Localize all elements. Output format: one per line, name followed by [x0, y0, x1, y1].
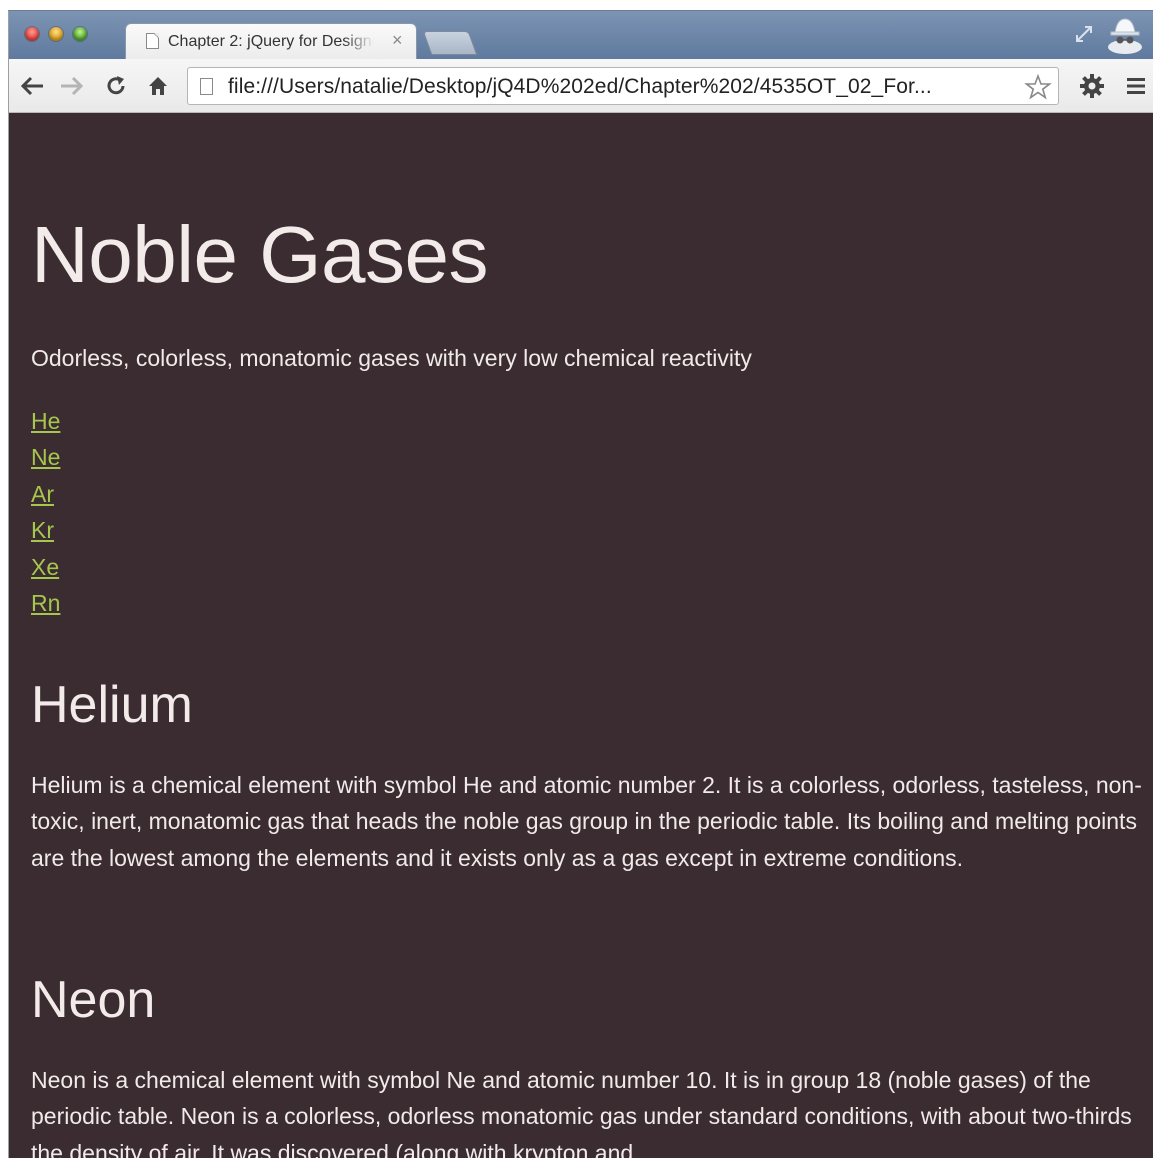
nav-link-rn[interactable]: Rn [31, 590, 60, 616]
element-nav: He Ne Ar Kr Xe Rn [31, 403, 60, 621]
list-item: Rn [31, 585, 60, 621]
section-text-helium: Helium is a chemical element with symbol… [31, 772, 1142, 871]
page-icon [200, 78, 213, 95]
list-item: Xe [31, 549, 60, 585]
fullscreen-icon[interactable] [1073, 23, 1095, 45]
new-tab-button[interactable] [422, 31, 478, 55]
intro-text: Odorless, colorless, monatomic gases wit… [31, 345, 752, 371]
browser-window: Chapter 2: jQuery for Designers × file:/… [8, 10, 1153, 1158]
gear-icon[interactable] [1077, 71, 1107, 101]
minimize-window-button[interactable] [49, 27, 63, 41]
page-content: Noble Gases Odorless, colorless, monatom… [9, 113, 1153, 1158]
zoom-window-button[interactable] [73, 27, 87, 41]
url-text[interactable]: file:///Users/natalie/Desktop/jQ4D%202ed… [228, 75, 932, 99]
hamburger-menu-icon[interactable] [1121, 71, 1151, 101]
list-item: He [31, 403, 60, 439]
close-window-button[interactable] [25, 27, 39, 41]
nav-link-xe[interactable]: Xe [31, 554, 59, 580]
address-bar[interactable]: file:///Users/natalie/Desktop/jQ4D%202ed… [187, 67, 1059, 105]
nav-link-ar[interactable]: Ar [31, 481, 54, 507]
page-icon [146, 33, 159, 49]
nav-link-ne[interactable]: Ne [31, 444, 60, 470]
tab-strip: Chapter 2: jQuery for Designers × [9, 11, 1153, 59]
tab-title: Chapter 2: jQuery for Designers [168, 33, 374, 50]
forward-arrow-icon[interactable] [57, 71, 87, 101]
nav-link-he[interactable]: He [31, 408, 60, 434]
nav-link-kr[interactable]: Kr [31, 517, 54, 543]
page-title: Noble Gases [31, 210, 488, 299]
star-icon[interactable] [1024, 73, 1052, 101]
back-arrow-icon[interactable] [17, 71, 47, 101]
browser-toolbar: file:///Users/natalie/Desktop/jQ4D%202ed… [9, 59, 1153, 113]
section-heading-neon: Neon [31, 971, 156, 1029]
incognito-icon [1108, 18, 1142, 54]
list-item: Ar [31, 476, 60, 512]
tab-active[interactable]: Chapter 2: jQuery for Designers × [125, 23, 417, 59]
list-item: Kr [31, 512, 60, 548]
reload-icon[interactable] [101, 71, 131, 101]
home-icon[interactable] [143, 71, 173, 101]
section-text-neon: Neon is a chemical element with symbol N… [31, 1067, 1132, 1158]
section-heading-helium: Helium [31, 676, 193, 734]
tab-close-icon[interactable]: × [392, 30, 403, 50]
list-item: Ne [31, 439, 60, 475]
